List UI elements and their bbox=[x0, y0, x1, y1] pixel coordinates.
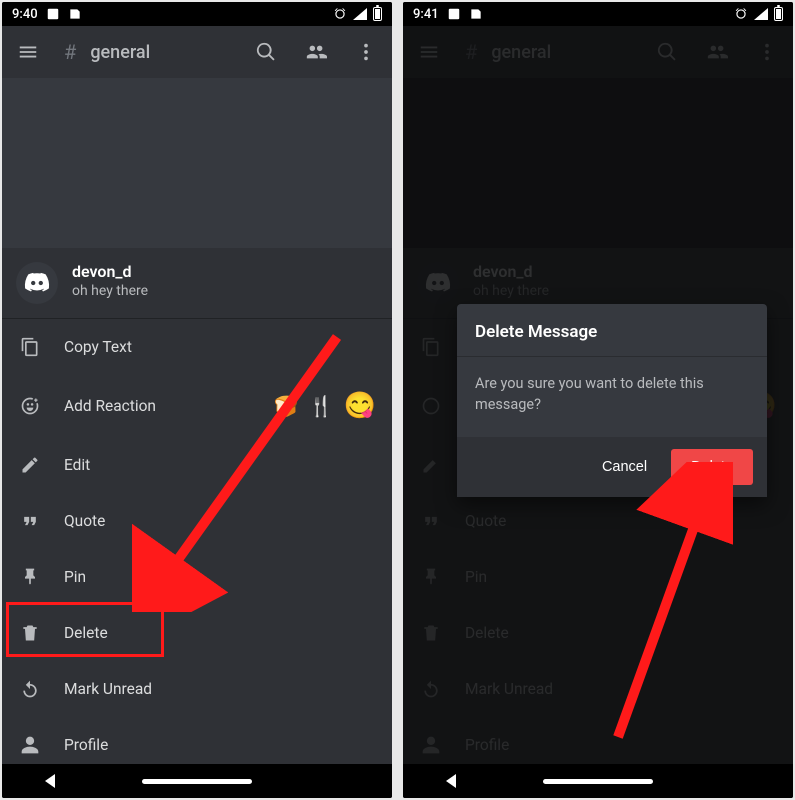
menu-label: Add Reaction bbox=[64, 397, 252, 415]
phone-left: 9:40 # general bbox=[2, 2, 392, 798]
message-action-sheet: devon_d oh hey there Copy Text Add React… bbox=[2, 248, 392, 773]
menu-edit[interactable]: Edit bbox=[2, 437, 392, 493]
menu-label: Quote bbox=[64, 512, 376, 530]
reaction-emoji[interactable]: 🍴 bbox=[309, 394, 334, 418]
image-icon bbox=[447, 7, 461, 21]
nav-back-icon[interactable] bbox=[45, 774, 55, 788]
android-nav-bar bbox=[2, 764, 392, 798]
app-header: # general bbox=[2, 26, 392, 78]
people-icon bbox=[305, 41, 327, 63]
trash-icon bbox=[20, 623, 40, 643]
search-button[interactable] bbox=[248, 41, 284, 63]
phone-right: 9:41 # general bbox=[403, 2, 793, 798]
person-icon bbox=[20, 735, 40, 755]
menu-pin[interactable]: Pin bbox=[2, 549, 392, 605]
members-button[interactable] bbox=[298, 41, 334, 63]
doc-icon bbox=[68, 7, 82, 21]
doc-icon bbox=[469, 7, 483, 21]
emoji-plus-icon bbox=[20, 396, 40, 416]
pencil-icon bbox=[20, 455, 40, 475]
nav-back-icon[interactable] bbox=[446, 774, 456, 788]
menu-delete[interactable]: Delete bbox=[2, 605, 392, 661]
status-bar: 9:41 bbox=[403, 2, 793, 26]
message-text: oh hey there bbox=[72, 283, 148, 299]
dialog-title: Delete Message bbox=[457, 304, 767, 357]
dialog-actions: Cancel Delete bbox=[457, 437, 767, 497]
nav-home-pill[interactable] bbox=[543, 779, 653, 784]
menu-label: Profile bbox=[64, 736, 376, 754]
signal-icon bbox=[754, 8, 768, 20]
discord-logo-icon bbox=[24, 270, 50, 296]
search-icon bbox=[255, 41, 277, 63]
pin-icon bbox=[20, 567, 40, 587]
menu-copy-text[interactable]: Copy Text bbox=[2, 319, 392, 375]
reaction-quick-row: 🍞 🍴 😋 bbox=[274, 391, 376, 421]
menu-label: Pin bbox=[64, 568, 376, 586]
alarm-icon bbox=[333, 7, 347, 21]
battery-icon bbox=[373, 7, 382, 21]
status-time: 9:40 bbox=[12, 7, 38, 22]
overflow-button[interactable] bbox=[348, 41, 384, 63]
android-nav-bar bbox=[403, 764, 793, 798]
reaction-emoji[interactable]: 😋 bbox=[344, 391, 376, 421]
menu-label: Copy Text bbox=[64, 338, 376, 356]
menu-add-reaction[interactable]: Add Reaction 🍞 🍴 😋 bbox=[2, 375, 392, 437]
menu-quote[interactable]: Quote bbox=[2, 493, 392, 549]
avatar bbox=[16, 262, 58, 304]
status-bar: 9:40 bbox=[2, 2, 392, 26]
alarm-icon bbox=[734, 7, 748, 21]
channel-hash-icon: # bbox=[64, 40, 76, 64]
reaction-emoji[interactable]: 🍞 bbox=[274, 394, 299, 418]
chat-area bbox=[2, 78, 392, 248]
cancel-button[interactable]: Cancel bbox=[588, 449, 661, 485]
menu-button[interactable] bbox=[10, 41, 46, 63]
delete-confirm-dialog: Delete Message Are you sure you want to … bbox=[457, 304, 767, 497]
menu-label: Delete bbox=[64, 624, 376, 642]
delete-button[interactable]: Delete bbox=[671, 449, 753, 485]
dialog-body: Are you sure you want to delete this mes… bbox=[457, 357, 767, 437]
menu-mark-unread[interactable]: Mark Unread bbox=[2, 661, 392, 717]
refresh-icon bbox=[20, 679, 40, 699]
nav-home-pill[interactable] bbox=[142, 779, 252, 784]
status-time: 9:41 bbox=[413, 7, 439, 22]
battery-icon bbox=[774, 7, 783, 21]
quote-icon bbox=[20, 511, 40, 531]
dots-vertical-icon bbox=[355, 41, 377, 63]
menu-label: Mark Unread bbox=[64, 680, 376, 698]
menu-label: Edit bbox=[64, 456, 376, 474]
hamburger-icon bbox=[17, 41, 39, 63]
copy-icon bbox=[20, 337, 40, 357]
message-username: devon_d bbox=[72, 262, 148, 281]
image-icon bbox=[46, 7, 60, 21]
signal-icon bbox=[353, 8, 367, 20]
channel-title: general bbox=[90, 42, 234, 63]
message-preview: devon_d oh hey there bbox=[2, 248, 392, 319]
